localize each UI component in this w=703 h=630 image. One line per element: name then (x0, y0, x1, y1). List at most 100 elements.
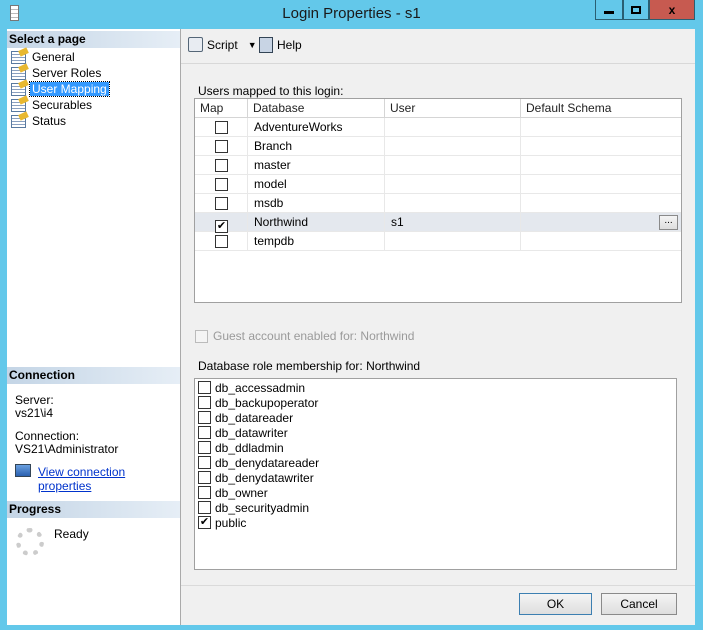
guest-account-label: Guest account enabled for: Northwind (213, 329, 415, 343)
left-pane: Select a page General Server Roles User Ma… (7, 29, 181, 625)
connection-header: Connection (7, 367, 180, 384)
map-cell (195, 118, 248, 137)
role-checkbox[interactable] (198, 426, 211, 439)
schema-browse-button[interactable]: ... (659, 215, 678, 230)
role-item-db_denydatawriter[interactable]: db_denydatawriter (198, 470, 314, 485)
map-checkbox[interactable] (215, 140, 228, 153)
role-name: db_denydatareader (215, 455, 320, 470)
schema-cell[interactable] (521, 175, 681, 194)
role-membership-list: db_accessadmin db_backupoperator db_datare… (194, 378, 677, 570)
database-cell: model (248, 175, 385, 194)
column-header-default-schema[interactable]: Default Schema (521, 99, 681, 118)
role-checkbox[interactable]: ✔ (198, 516, 211, 529)
database-cell: master (248, 156, 385, 175)
user-cell[interactable]: s1 (385, 213, 521, 232)
role-name: db_backupoperator (215, 395, 319, 410)
role-item-db_denydatareader[interactable]: db_denydatareader (198, 455, 319, 470)
role-checkbox[interactable] (198, 486, 211, 499)
page-item-server-roles[interactable]: Server Roles (11, 65, 103, 81)
schema-cell[interactable] (521, 213, 681, 232)
user-mapping-row[interactable]: AdventureWorks (195, 118, 681, 137)
map-cell (195, 175, 248, 194)
page-item-securables[interactable]: Securables (11, 97, 94, 113)
role-item-db_accessadmin[interactable]: db_accessadmin (198, 380, 305, 395)
schema-cell[interactable] (521, 232, 681, 251)
connection-label: Connection: (15, 429, 80, 443)
role-item-db_datawriter[interactable]: db_datawriter (198, 425, 288, 440)
role-item-db_ddladmin[interactable]: db_ddladmin (198, 440, 284, 455)
page-item-label: Status (32, 114, 67, 128)
progress-header: Progress (7, 501, 180, 518)
minimize-button[interactable] (595, 0, 623, 20)
view-connection-properties-link[interactable]: View connection properties (38, 465, 180, 493)
user-mapping-row[interactable]: Branch (195, 137, 681, 156)
schema-cell[interactable] (521, 194, 681, 213)
column-header-map[interactable]: Map (195, 99, 248, 118)
role-checkbox[interactable] (198, 456, 211, 469)
map-cell (195, 194, 248, 213)
map-cell (195, 232, 248, 251)
schema-cell[interactable] (521, 137, 681, 156)
role-name: public (215, 515, 247, 530)
guest-account-checkbox[interactable]: Guest account enabled for: Northwind (195, 329, 414, 343)
role-checkbox[interactable] (198, 381, 211, 394)
help-icon (259, 37, 273, 53)
map-checkbox[interactable] (215, 197, 228, 210)
role-name: db_denydatawriter (215, 470, 314, 485)
page-item-label: Securables (32, 98, 93, 112)
user-mapping-row[interactable]: ✔ Northwind s1 ... (195, 213, 681, 233)
map-checkbox[interactable] (215, 121, 228, 134)
role-checkbox[interactable] (198, 411, 211, 424)
map-checkbox[interactable] (215, 178, 228, 191)
user-cell[interactable] (385, 156, 521, 175)
help-button[interactable]: Help (259, 37, 302, 53)
map-checkbox[interactable] (215, 159, 228, 172)
script-dropdown-icon[interactable]: ▼ (248, 40, 257, 50)
connection-value: VS21\Administrator (15, 442, 119, 456)
role-name: db_datawriter (215, 425, 288, 440)
user-cell[interactable] (385, 175, 521, 194)
user-mapping-row[interactable]: model (195, 175, 681, 194)
toolbar-divider (181, 63, 695, 64)
user-cell[interactable] (385, 118, 521, 137)
map-checkbox[interactable] (215, 235, 228, 248)
map-cell (195, 156, 248, 175)
role-checkbox[interactable] (198, 396, 211, 409)
role-item-db_securityadmin[interactable]: db_securityadmin (198, 500, 309, 515)
server-value: vs21\i4 (15, 406, 54, 420)
maximize-button[interactable] (623, 0, 649, 20)
database-cell: msdb (248, 194, 385, 213)
guest-checkbox-box (195, 329, 208, 343)
user-cell[interactable] (385, 137, 521, 156)
role-item-public[interactable]: ✔ public (198, 515, 246, 530)
column-header-user[interactable]: User (385, 99, 521, 118)
role-item-db_backupoperator[interactable]: db_backupoperator (198, 395, 318, 410)
database-cell: tempdb (248, 232, 385, 251)
role-checkbox[interactable] (198, 441, 211, 454)
close-button[interactable]: x (649, 0, 695, 20)
server-label: Server: (15, 393, 54, 407)
ok-button[interactable]: OK (519, 593, 592, 615)
user-mapping-row[interactable]: msdb (195, 194, 681, 213)
schema-cell[interactable] (521, 118, 681, 137)
map-cell (195, 137, 248, 156)
user-mapping-row[interactable]: master (195, 156, 681, 175)
page-icon (11, 50, 26, 64)
user-cell[interactable] (385, 194, 521, 213)
user-mapping-row[interactable]: tempdb (195, 232, 681, 251)
database-cell: Branch (248, 137, 385, 156)
database-cell: Northwind (248, 213, 385, 232)
role-checkbox[interactable] (198, 471, 211, 484)
schema-cell[interactable] (521, 156, 681, 175)
page-item-general[interactable]: General (11, 49, 77, 65)
role-checkbox[interactable] (198, 501, 211, 514)
role-item-db_owner[interactable]: db_owner (198, 485, 268, 500)
role-item-db_datareader[interactable]: db_datareader (198, 410, 293, 425)
page-icon (11, 66, 26, 80)
column-header-database[interactable]: Database (248, 99, 385, 118)
script-button[interactable]: Script ▼ (188, 37, 257, 52)
user-cell[interactable] (385, 232, 521, 251)
cancel-button[interactable]: Cancel (601, 593, 677, 615)
page-item-status[interactable]: Status (11, 113, 68, 129)
help-label: Help (277, 38, 302, 52)
